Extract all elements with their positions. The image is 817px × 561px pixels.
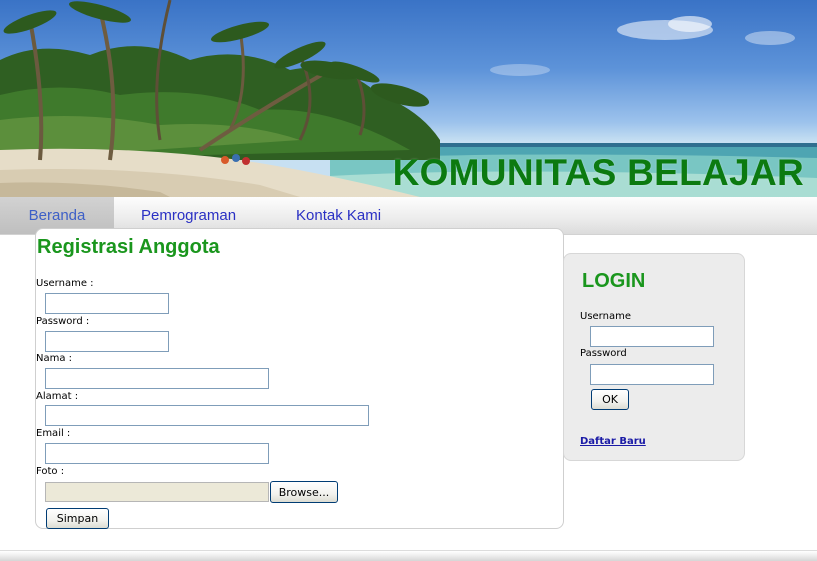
username-label: Username : [36, 278, 94, 289]
login-password-label: Password [580, 348, 627, 359]
daftar-baru-link[interactable]: Daftar Baru [580, 436, 646, 447]
email-label: Email : [36, 428, 71, 439]
login-username-input[interactable] [590, 326, 714, 347]
footer-bar [0, 550, 817, 561]
login-ok-button[interactable]: OK [591, 389, 629, 410]
nama-label: Nama : [36, 353, 73, 364]
alamat-label: Alamat : [36, 391, 79, 402]
foto-label: Foto : [36, 466, 65, 477]
password-input[interactable] [45, 331, 169, 352]
foto-file-input[interactable] [45, 482, 269, 502]
username-input[interactable] [45, 293, 169, 314]
login-title: LOGIN [582, 270, 646, 292]
login-password-input[interactable] [590, 364, 714, 385]
nama-input[interactable] [45, 368, 269, 389]
header-banner: KOMUNITAS BELAJAR [0, 0, 817, 197]
registration-title: Registrasi Anggota [37, 236, 220, 258]
simpan-button[interactable]: Simpan [46, 508, 109, 529]
email-input[interactable] [45, 443, 269, 464]
login-username-label: Username [580, 311, 631, 322]
alamat-input[interactable] [45, 405, 369, 426]
site-title: KOMUNITAS BELAJAR [392, 152, 804, 193]
password-label: Password : [36, 316, 90, 327]
browse-button[interactable]: Browse... [270, 481, 338, 503]
